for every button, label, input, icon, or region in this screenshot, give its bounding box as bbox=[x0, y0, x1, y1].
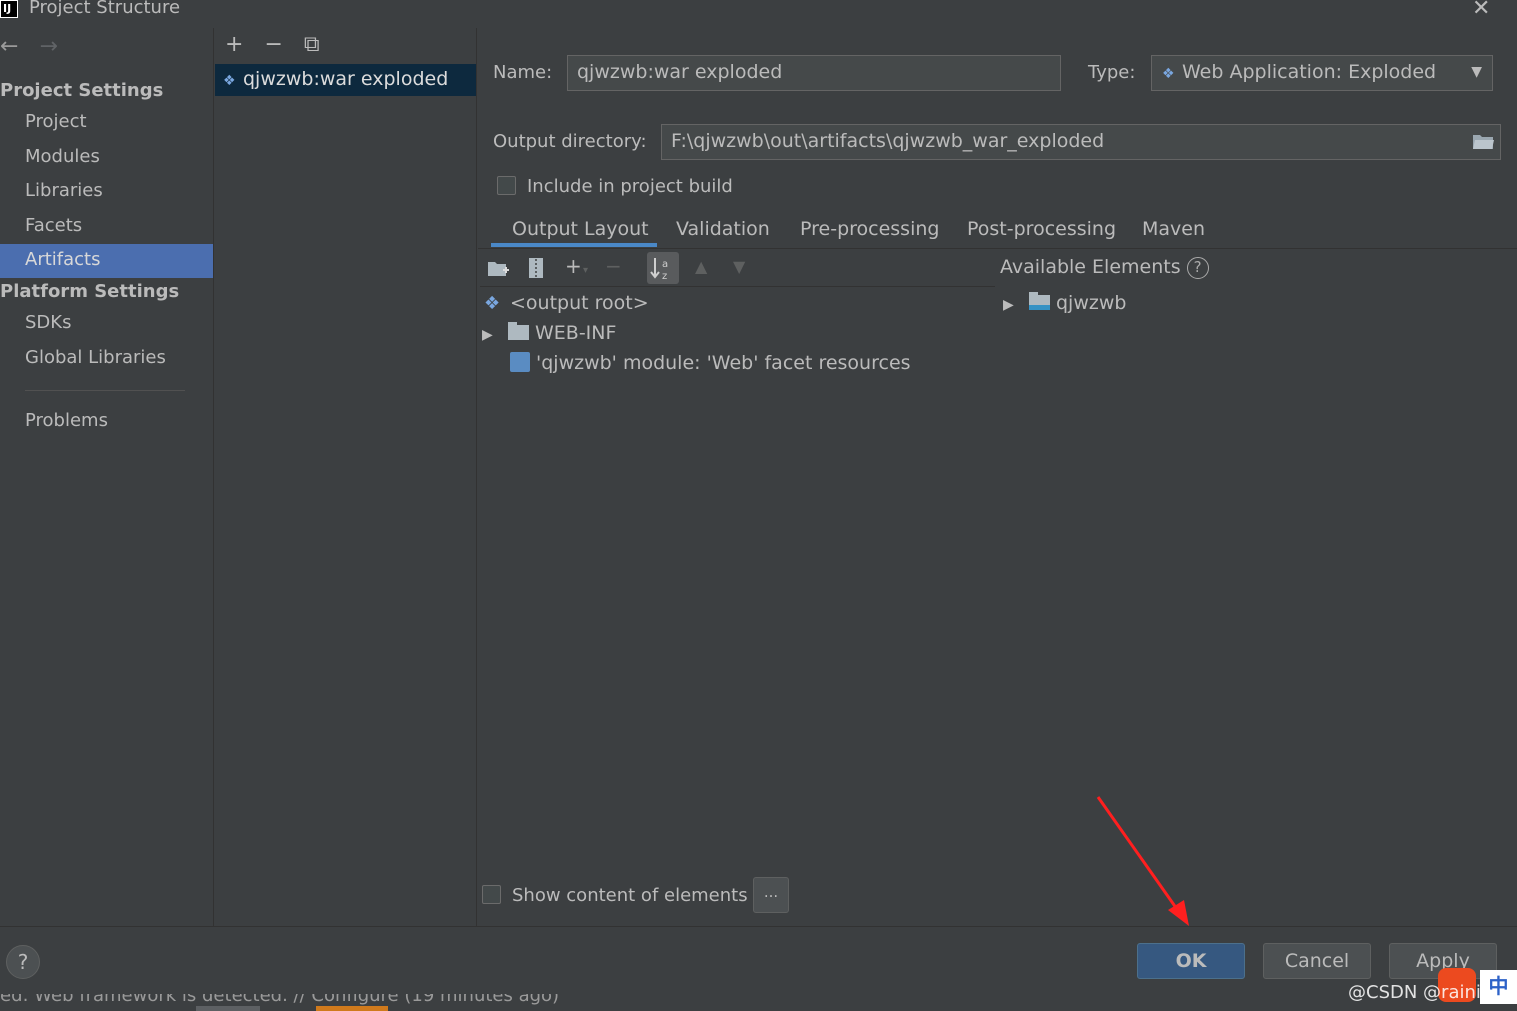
type-label: Type: bbox=[1088, 62, 1136, 83]
sidebar-item-problems[interactable]: Problems bbox=[0, 405, 213, 439]
svg-text:z: z bbox=[662, 271, 667, 282]
window-title: Project Structure bbox=[29, 0, 181, 18]
sidebar-item-libraries[interactable]: Libraries bbox=[0, 175, 213, 209]
output-root-icon: ❖ bbox=[484, 293, 501, 314]
add-dropdown-chevron-icon: ▾ bbox=[583, 265, 589, 276]
tree-item-facet-resources[interactable]: 'qjwzwb' module: 'Web' facet resources bbox=[510, 352, 911, 374]
intellij-app-icon: IJ bbox=[0, 0, 18, 18]
include-build-label: Include in project build bbox=[527, 176, 733, 197]
close-icon[interactable]: ✕ bbox=[1472, 0, 1490, 21]
status-indicator bbox=[196, 1006, 260, 1011]
artifact-name: qjwzwb:war exploded bbox=[243, 68, 449, 90]
csdn-watermark: @CSDN @rainin bbox=[1348, 982, 1493, 1003]
status-message[interactable]: ed: Web framework is detected. // Config… bbox=[0, 994, 559, 1006]
output-root-label: <output root> bbox=[510, 292, 649, 314]
status-progress-bar bbox=[316, 1006, 388, 1011]
output-directory-label: Output directory: bbox=[493, 131, 647, 152]
sidebar-divider bbox=[25, 390, 185, 391]
settings-sidebar: ← → Project Settings Project Modules Lib… bbox=[0, 28, 214, 926]
tab-pre-processing[interactable]: Pre-processing bbox=[800, 218, 939, 240]
layout-toolbar-divider bbox=[480, 286, 995, 287]
tree-item-web-inf[interactable]: ▶ WEB-INF bbox=[482, 322, 616, 344]
sidebar-item-facets[interactable]: Facets bbox=[0, 210, 213, 244]
web-inf-label: WEB-INF bbox=[535, 322, 617, 344]
output-directory-input[interactable]: F:\qjwzwb\out\artifacts\qjwzwb_war_explo… bbox=[661, 124, 1501, 160]
type-select[interactable]: ❖ Web Application: Exploded ▼ bbox=[1151, 55, 1493, 91]
sidebar-item-sdks[interactable]: SDKs bbox=[0, 307, 213, 341]
title-bar: IJ Project Structure ✕ bbox=[0, 0, 1517, 22]
artifact-icon: ❖ bbox=[223, 73, 236, 89]
create-directory-icon[interactable] bbox=[487, 259, 511, 279]
name-label: Name: bbox=[493, 62, 553, 83]
tab-post-processing[interactable]: Post-processing bbox=[967, 218, 1116, 240]
available-item-qjwzwb[interactable]: ▶ qjwzwb bbox=[1003, 292, 1126, 314]
active-tab-indicator bbox=[491, 243, 657, 247]
web-app-icon: ❖ bbox=[1162, 66, 1175, 82]
expand-arrow-icon[interactable]: ▶ bbox=[1003, 297, 1029, 313]
facet-resources-label: 'qjwzwb' module: 'Web' facet resources bbox=[536, 352, 911, 374]
add-icon[interactable]: + bbox=[225, 32, 243, 57]
available-elements-label: Available Elements bbox=[1000, 256, 1181, 278]
move-down-icon[interactable]: ▼ bbox=[733, 257, 745, 276]
sort-alphabetically-icon: az bbox=[650, 258, 668, 282]
tab-maven[interactable]: Maven bbox=[1142, 218, 1205, 240]
type-value: Web Application: Exploded bbox=[1182, 61, 1437, 83]
name-input[interactable]: qjwzwb:war exploded bbox=[567, 55, 1061, 91]
show-content-options-button[interactable]: ... bbox=[753, 877, 789, 913]
help-button[interactable]: ? bbox=[6, 945, 40, 979]
sort-elements-button[interactable]: az bbox=[647, 252, 679, 284]
chevron-down-icon: ▼ bbox=[1471, 64, 1482, 80]
available-item-label: qjwzwb bbox=[1056, 292, 1127, 314]
tab-validation[interactable]: Validation bbox=[676, 218, 770, 240]
move-up-icon[interactable]: ▲ bbox=[695, 257, 707, 276]
folder-icon bbox=[508, 322, 529, 340]
artifacts-list-pane: + − ⧉ ❖ qjwzwb:war exploded bbox=[215, 28, 477, 926]
platform-settings-header: Platform Settings bbox=[0, 281, 180, 302]
sidebar-item-global-libraries[interactable]: Global Libraries bbox=[0, 342, 213, 376]
include-build-checkbox[interactable] bbox=[497, 176, 516, 195]
back-arrow-icon[interactable]: ← bbox=[0, 34, 18, 59]
sidebar-item-project[interactable]: Project bbox=[0, 106, 213, 140]
add-copy-icon[interactable]: + bbox=[565, 254, 582, 278]
output-layout-toolbar: + ▾ − az ▲ ▼ bbox=[485, 252, 995, 285]
tab-divider bbox=[478, 248, 1517, 249]
show-content-checkbox[interactable] bbox=[482, 885, 501, 904]
forward-arrow-icon[interactable]: → bbox=[39, 34, 57, 59]
help-icon[interactable]: ? bbox=[1186, 257, 1209, 279]
show-content-label: Show content of elements bbox=[512, 885, 748, 906]
sidebar-item-artifacts[interactable]: Artifacts bbox=[0, 244, 213, 278]
web-facet-resource-icon bbox=[510, 352, 530, 372]
remove-icon[interactable]: − bbox=[264, 32, 282, 57]
output-directory-value: F:\qjwzwb\out\artifacts\qjwzwb_war_explo… bbox=[671, 130, 1105, 152]
remove-element-icon[interactable]: − bbox=[605, 254, 622, 278]
project-settings-header: Project Settings bbox=[0, 80, 164, 101]
module-folder-icon bbox=[1029, 292, 1050, 310]
copy-icon[interactable]: ⧉ bbox=[304, 32, 320, 57]
tree-item-output-root[interactable]: ❖ <output root> bbox=[484, 292, 649, 314]
history-navigation: ← → bbox=[0, 34, 72, 59]
expand-arrow-icon[interactable]: ▶ bbox=[482, 327, 508, 343]
cancel-button[interactable]: Cancel bbox=[1263, 943, 1371, 979]
browse-folder-icon[interactable] bbox=[1472, 132, 1494, 150]
tab-output-layout[interactable]: Output Layout bbox=[512, 218, 649, 240]
artifacts-toolbar: + − ⧉ bbox=[225, 32, 334, 57]
create-archive-icon[interactable] bbox=[527, 257, 545, 279]
svg-text:a: a bbox=[662, 259, 668, 270]
ok-button[interactable]: OK bbox=[1137, 943, 1245, 979]
sidebar-item-modules[interactable]: Modules bbox=[0, 141, 213, 175]
artifact-list-item[interactable]: ❖ qjwzwb:war exploded bbox=[215, 64, 476, 96]
available-elements-header: Available Elements? bbox=[1000, 256, 1209, 279]
